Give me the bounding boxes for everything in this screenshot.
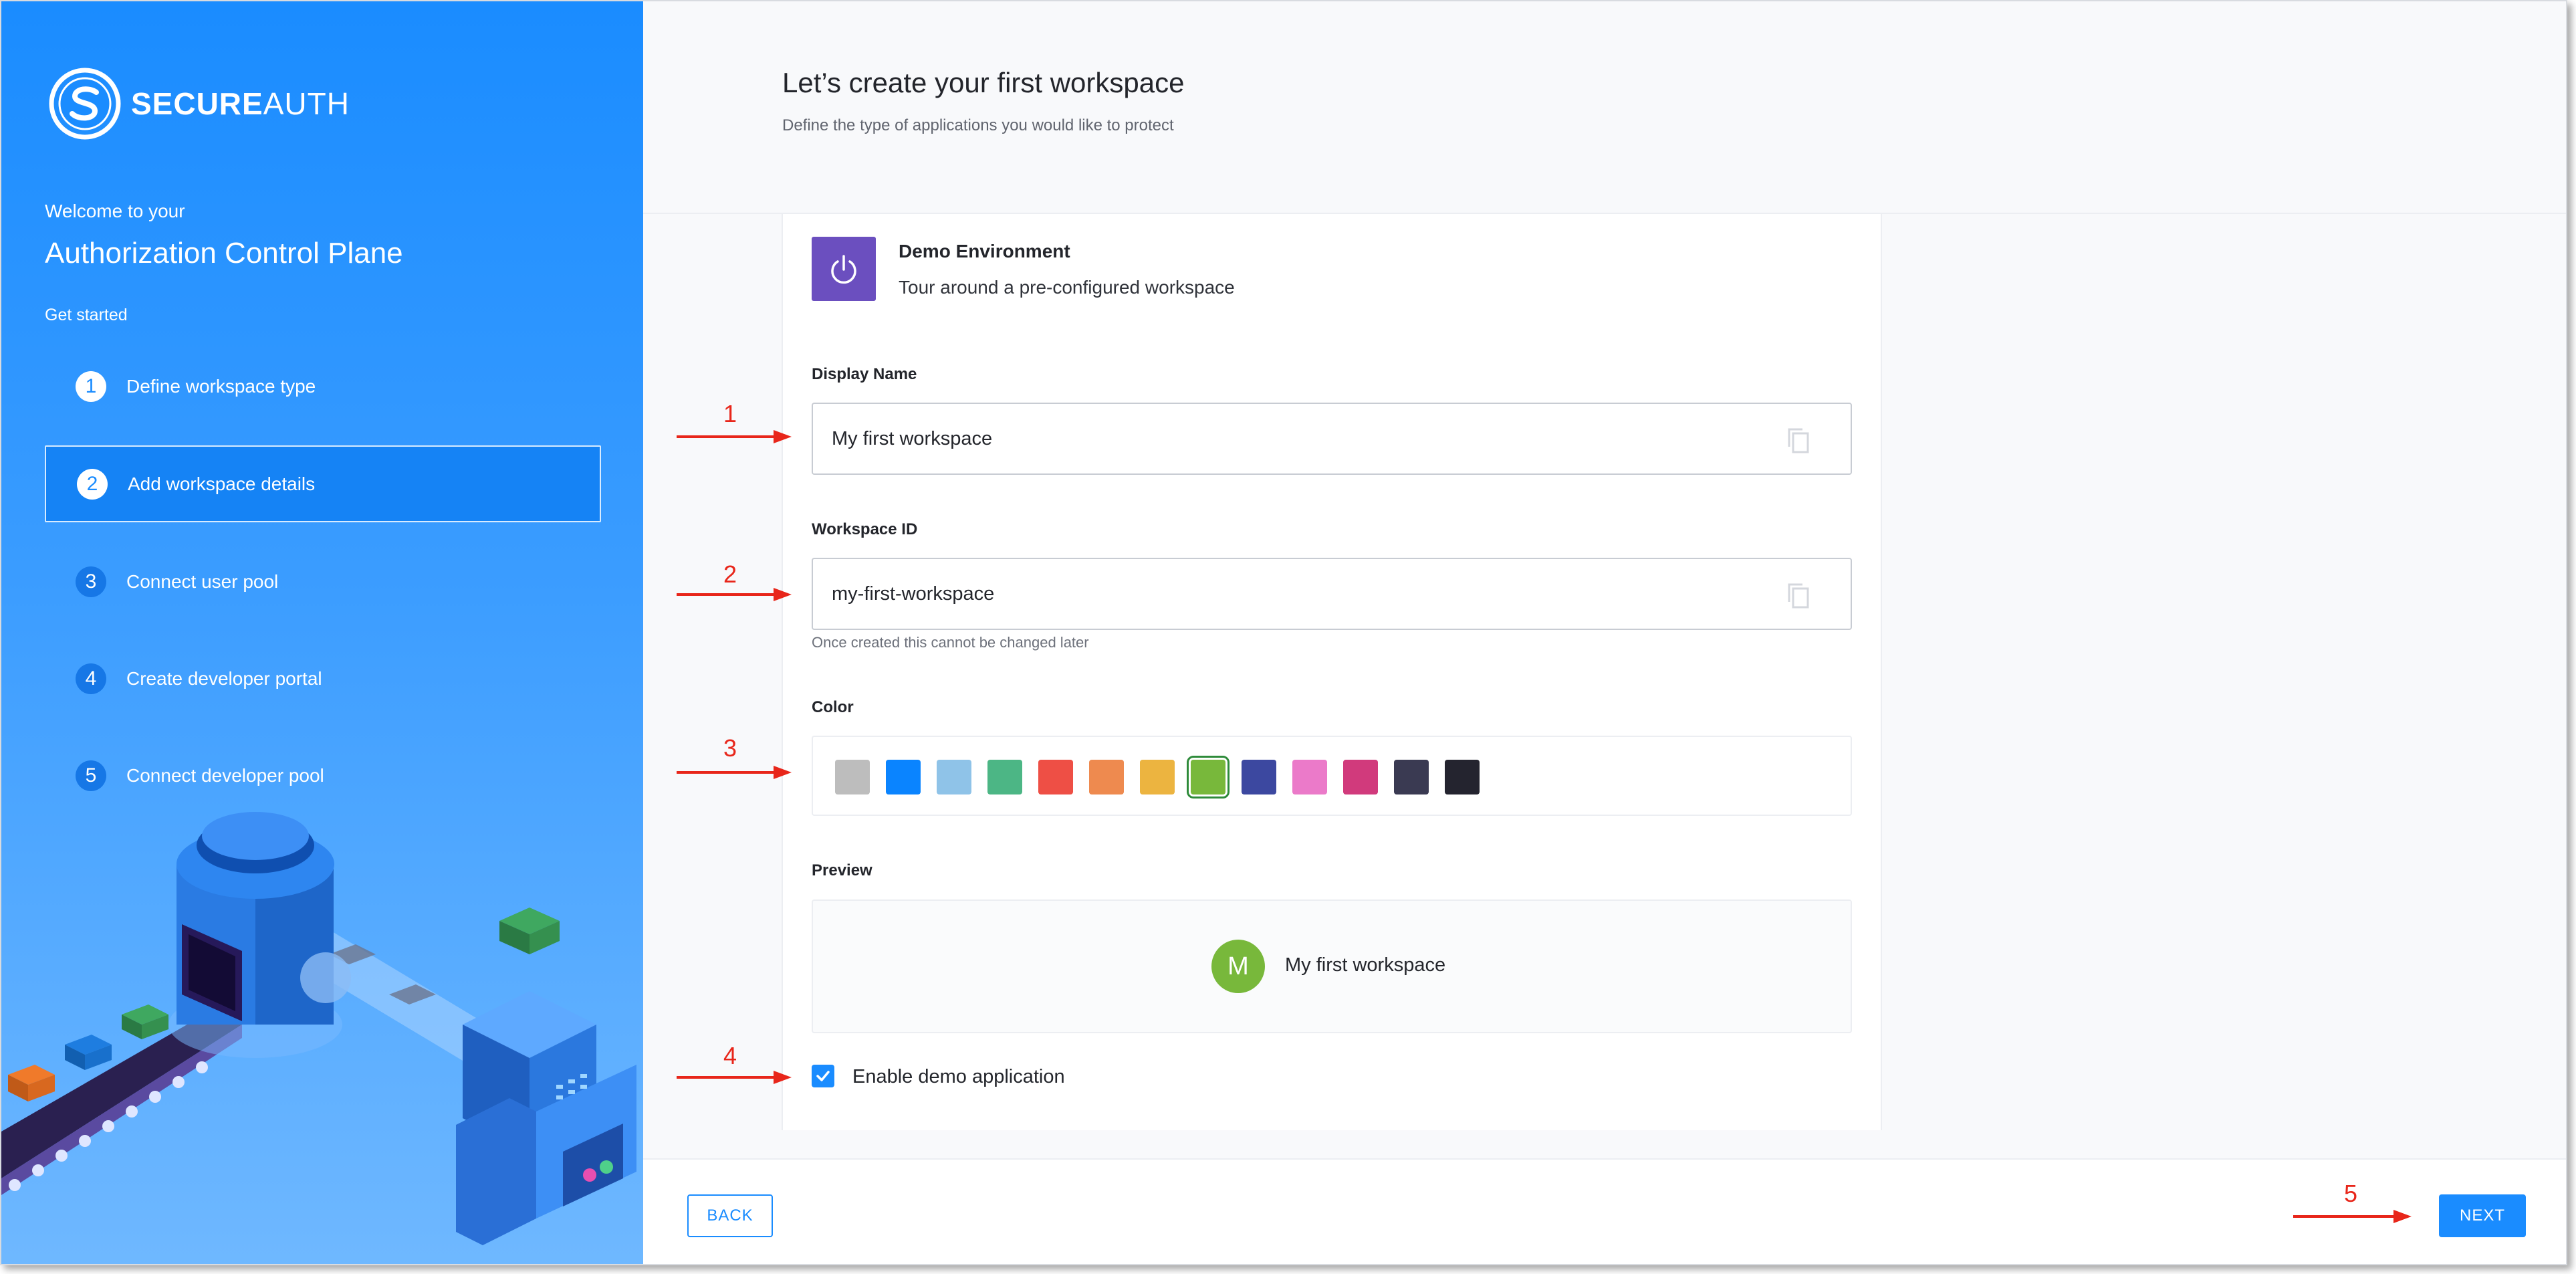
color-swatch[interactable] bbox=[1140, 760, 1175, 794]
page-header: Let’s create your first workspace Define… bbox=[643, 1, 2566, 214]
get-started-label: Get started bbox=[45, 306, 128, 324]
sidebar-title: Authorization Control Plane bbox=[45, 237, 403, 270]
step-define-workspace-type[interactable]: 1 Define workspace type bbox=[45, 348, 601, 425]
annotation-arrow-icon bbox=[677, 430, 792, 443]
color-swatch[interactable] bbox=[835, 760, 870, 794]
annotation-arrow-icon bbox=[677, 588, 792, 601]
sidebar: SECUREAUTH Welcome to your Authorization… bbox=[1, 1, 643, 1264]
color-swatch[interactable] bbox=[1187, 756, 1230, 799]
app-window: SECUREAUTH Welcome to your Authorization… bbox=[0, 0, 2567, 1265]
copy-icon[interactable] bbox=[1786, 427, 1810, 455]
workspace-form-panel: Demo Environment Tour around a pre-confi… bbox=[782, 214, 1882, 1130]
checkmark-icon bbox=[816, 1071, 830, 1081]
step-number: 5 bbox=[76, 760, 106, 791]
color-label: Color bbox=[812, 698, 854, 716]
preview-workspace-name: My first workspace bbox=[1285, 954, 1446, 976]
color-swatch[interactable] bbox=[1038, 760, 1073, 794]
annotation-arrow-icon bbox=[677, 766, 792, 779]
step-number: 3 bbox=[76, 566, 106, 597]
display-name-label: Display Name bbox=[812, 365, 917, 383]
brand-name: SECUREAUTH bbox=[131, 86, 350, 121]
secureauth-logo-icon bbox=[49, 68, 121, 140]
enable-demo-label[interactable]: Enable demo application bbox=[852, 1066, 1065, 1088]
step-label: Create developer portal bbox=[126, 667, 322, 689]
color-swatch[interactable] bbox=[937, 760, 971, 794]
workspace-id-hint: Once created this cannot be changed late… bbox=[812, 634, 1089, 651]
avatar: M bbox=[1211, 940, 1265, 993]
step-number: 1 bbox=[76, 370, 106, 402]
welcome-text: Welcome to your bbox=[45, 201, 185, 221]
annotation-arrow-icon bbox=[2293, 1210, 2412, 1223]
page-subtitle: Define the type of applications you woul… bbox=[782, 116, 1174, 134]
color-swatch[interactable] bbox=[1445, 760, 1480, 794]
workspace-id-label: Workspace ID bbox=[812, 520, 918, 538]
step-label: Connect user pool bbox=[126, 570, 279, 592]
page-title: Let’s create your first workspace bbox=[782, 67, 1185, 98]
step-create-developer-portal[interactable]: 4 Create developer portal bbox=[45, 640, 601, 717]
wizard-footer: BACK NEXT bbox=[643, 1158, 2566, 1264]
color-swatch[interactable] bbox=[987, 760, 1022, 794]
copy-icon[interactable] bbox=[1786, 582, 1810, 610]
step-number: 2 bbox=[77, 468, 108, 500]
annotation-number: 4 bbox=[723, 1042, 737, 1069]
step-connect-user-pool[interactable]: 3 Connect user pool bbox=[45, 543, 601, 620]
display-name-input[interactable]: My first workspace bbox=[812, 403, 1852, 475]
workspace-id-value: my-first-workspace bbox=[832, 582, 995, 605]
annotation-number: 1 bbox=[723, 400, 737, 427]
enable-demo-checkbox[interactable] bbox=[812, 1065, 834, 1087]
power-icon bbox=[812, 237, 876, 301]
conveyor-illustration bbox=[1, 812, 636, 1245]
step-label: Connect developer pool bbox=[126, 764, 324, 786]
workspace-preview: M My first workspace bbox=[812, 899, 1852, 1033]
color-swatch[interactable] bbox=[886, 760, 921, 794]
preview-label: Preview bbox=[812, 861, 872, 879]
step-label: Define workspace type bbox=[126, 375, 316, 397]
brand-logo: SECUREAUTH bbox=[48, 67, 350, 140]
next-button[interactable]: NEXT bbox=[2439, 1194, 2526, 1237]
workspace-type-title: Demo Environment bbox=[899, 241, 1070, 261]
workspace-id-input[interactable]: my-first-workspace bbox=[812, 558, 1852, 630]
color-swatch[interactable] bbox=[1242, 760, 1276, 794]
annotation-number: 5 bbox=[2344, 1180, 2358, 1207]
display-name-value: My first workspace bbox=[832, 427, 993, 449]
back-button[interactable]: BACK bbox=[687, 1194, 773, 1237]
color-swatch[interactable] bbox=[1394, 760, 1429, 794]
color-swatch[interactable] bbox=[1343, 760, 1378, 794]
step-number: 4 bbox=[76, 663, 106, 694]
color-swatch[interactable] bbox=[1089, 760, 1124, 794]
color-picker bbox=[812, 736, 1852, 816]
step-add-workspace-details[interactable]: 2 Add workspace details bbox=[45, 445, 601, 522]
color-swatch[interactable] bbox=[1292, 760, 1327, 794]
workspace-type-subtitle: Tour around a pre-configured workspace bbox=[899, 277, 1235, 298]
step-label: Add workspace details bbox=[128, 473, 316, 494]
annotation-number: 3 bbox=[723, 734, 737, 762]
annotation-arrow-icon bbox=[677, 1071, 792, 1084]
step-connect-developer-pool[interactable]: 5 Connect developer pool bbox=[45, 737, 601, 814]
